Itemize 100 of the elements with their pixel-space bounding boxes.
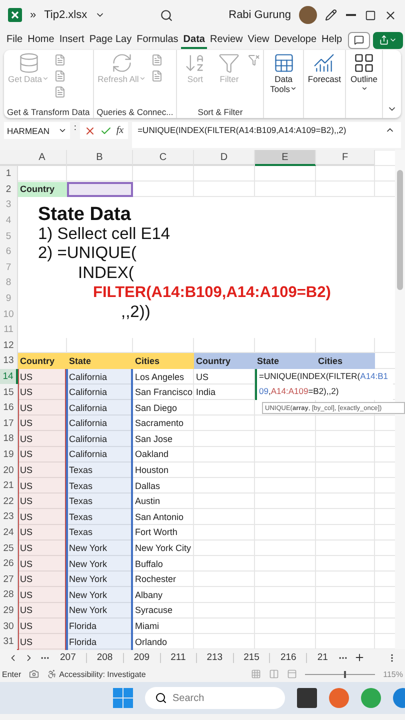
menu-tab[interactable]: Review [207,32,246,48]
menu-tab[interactable]: Insert [56,32,87,48]
column-header[interactable]: E [255,150,316,166]
column-header[interactable]: B [67,150,133,166]
caret-icon [290,85,297,92]
column-header[interactable]: F [316,150,375,166]
sheet-tab[interactable]: 209 [130,652,154,663]
check-icon[interactable] [100,124,112,136]
group-label: Get & Transform Data [7,107,90,117]
caret-icon [58,126,67,135]
row-number[interactable]: 1 [0,166,18,182]
menu-tab[interactable]: View [245,32,272,48]
add-sheet-icon[interactable] [354,652,365,663]
caret-icon [42,75,50,82]
menu-tab[interactable]: Help [319,32,345,48]
group-label: Queries & Connec... [96,107,174,117]
table-cell-text: Los Angeles [134,370,186,384]
column-header[interactable]: A [18,150,67,166]
sheet-tab[interactable]: 213 [202,652,227,663]
menu-tab[interactable]: File [4,32,26,48]
sheet-tab[interactable]: 207 [56,652,80,663]
menu-tab[interactable]: Formulas [134,32,181,48]
share-button[interactable] [372,32,403,48]
pen-button[interactable] [325,9,337,21]
instruction-text: ,,2)) [120,302,152,322]
ribbon-button[interactable]: Data Tools [267,52,300,117]
table-cell-text: Albany [134,588,164,602]
row-number[interactable]: 12 [0,338,18,354]
filter-icon [218,52,240,74]
row-number[interactable]: 27 [0,571,18,588]
sheet-tab[interactable]: 216 [276,652,300,663]
row-number[interactable]: 2 [0,182,18,198]
scrollbar-track[interactable] [395,150,405,649]
search-button[interactable] [160,8,174,22]
column-header[interactable]: C [133,150,194,166]
menu-tab[interactable]: Home [25,32,57,48]
row-number[interactable]: 20 [0,462,18,478]
row-number[interactable]: 17 [0,416,18,432]
table-cell-text: Fort Worth [134,526,178,540]
overflow-chevron[interactable]: » [30,9,36,21]
table-cell-text: New York City [134,542,192,556]
table-cell-text: US [19,386,34,400]
table-cell-text: US [19,604,34,618]
accessibility-status[interactable]: Accessibility: Investigate [59,670,146,678]
table-cell-text: California [68,386,108,400]
table-cell-text: Oakland [134,448,170,462]
row-number[interactable]: 28 [0,587,18,603]
refresh-icon [110,52,133,74]
spreadsheet-app-icon[interactable] [8,8,22,22]
row-number[interactable]: 31 [0,634,18,650]
ribbon-button[interactable]: Outline [349,52,379,117]
sheet-tab[interactable]: 211 [166,652,190,663]
row-number[interactable]: 21 [0,478,18,494]
scrollbar-thumb[interactable] [397,170,403,290]
maximize-button[interactable] [365,10,376,20]
row-number[interactable]: 15 [0,384,18,400]
instruction-text: 1) Sellect cell E14 [38,224,172,244]
table-cell-text: California [68,448,108,462]
ribbon-button[interactable]: Forecast [306,52,342,117]
row-number[interactable]: 24 [0,524,18,540]
insert-function-button[interactable]: fx [116,125,124,136]
formula-field[interactable]: =UNIQUE(INDEX(FILTER(A14:B109,A14:A109=B2),,2) [132,122,401,148]
start-icon[interactable] [112,688,132,708]
row-number[interactable]: 30 [0,618,18,634]
cancel-icon[interactable] [84,124,96,136]
accessibility-icon[interactable] [47,669,58,679]
row-number[interactable]: 18 [0,431,18,447]
cell-editor[interactable]: =UNIQUE(INDEX(FILTER(A14:B109,A14:A109=B2),,2) [255,368,393,400]
menu-tab[interactable]: Develope [272,32,320,48]
row-number[interactable]: 13 [0,353,18,369]
close-button[interactable] [384,8,397,22]
taskbar-search-field[interactable]: Search [144,687,284,709]
row-number[interactable]: 14 [0,368,18,384]
sheet-tab[interactable]: 208 [92,652,117,663]
table-cell-text: New York [68,588,108,602]
comment-button[interactable] [348,32,370,48]
app-icon[interactable] [296,688,316,708]
row-number[interactable]: 29 [0,602,18,618]
database-icon [18,52,40,74]
row-number[interactable]: 19 [0,446,18,462]
sheet-tab[interactable]: 215 [240,652,264,663]
table-cell-text: US [19,448,34,462]
mode-label: Enter [2,670,22,678]
group-label: Sort & Filter [196,107,244,117]
row-number[interactable]: 22 [0,493,18,510]
avatar[interactable] [299,6,317,24]
table-cell-text: Rochester [134,573,178,586]
row-number[interactable]: 26 [0,556,18,572]
table-cell-text: Florida [68,620,98,634]
share-icon [378,35,389,45]
row-number[interactable]: 25 [0,540,18,556]
menu-tab[interactable]: Page Lay [86,32,134,48]
camera-icon[interactable] [29,669,40,679]
column-header[interactable]: D [194,150,255,166]
sheet-tab[interactable]: 21 [313,652,332,663]
table-cell-text: US [19,464,34,478]
name-box[interactable]: HARMEAN [4,122,70,139]
row-number[interactable]: 16 [0,400,18,416]
row-number[interactable]: 23 [0,509,18,525]
file-name[interactable]: Tip2.xlsx [44,9,88,21]
